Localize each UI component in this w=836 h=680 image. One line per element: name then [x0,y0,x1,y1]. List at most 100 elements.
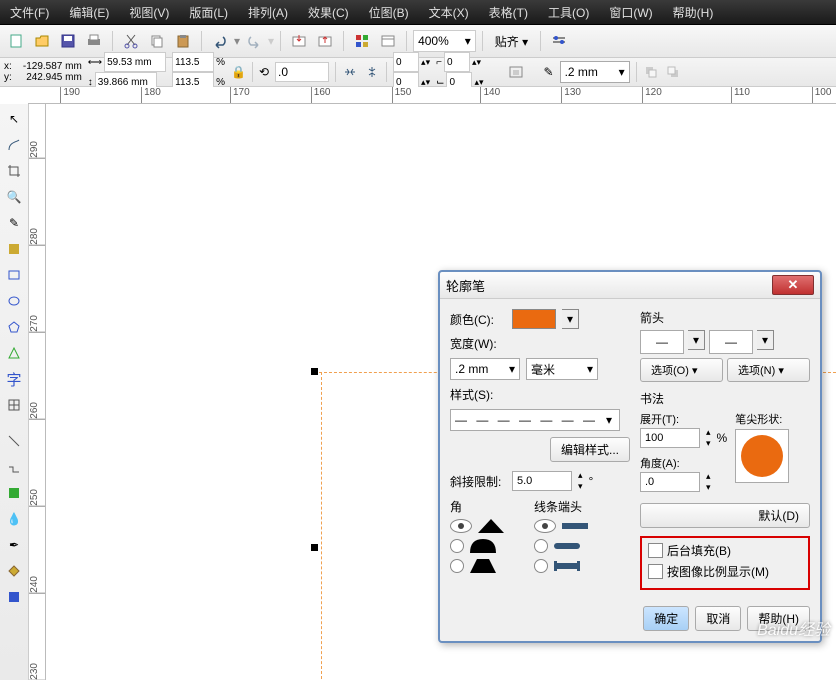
lock-ratio-icon[interactable]: 🔒 [231,65,246,79]
cut-icon[interactable] [119,29,143,53]
undo-icon[interactable] [208,29,232,53]
spread-input[interactable]: 100 [640,428,700,448]
table-tool[interactable] [3,394,25,416]
corner-bevel-radio[interactable] [450,559,464,573]
menu-edit[interactable]: 编辑(E) [59,0,119,24]
fill-tool[interactable] [3,560,25,582]
snap-dropdown[interactable]: 贴齐 ▾ [489,33,534,50]
width-select[interactable]: .2 mm▾ [450,358,520,380]
interactive-fill-tool[interactable] [3,586,25,608]
menu-bitmap[interactable]: 位图(B) [359,0,419,24]
scalex-input[interactable]: 113.5 [172,52,214,72]
options-right-button[interactable]: 选项(N) ▾ [727,358,810,382]
selection-handle[interactable] [311,368,318,375]
connector-tool[interactable] [3,456,25,478]
dimension-tool[interactable] [3,430,25,452]
ellipse-tool[interactable] [3,290,25,312]
menu-file[interactable]: 文件(F) [0,0,59,24]
welcome-icon[interactable] [376,29,400,53]
menu-effects[interactable]: 效果(C) [298,0,359,24]
freehand-tool[interactable]: ✎ [3,212,25,234]
paste-icon[interactable] [171,29,195,53]
save-icon[interactable] [56,29,80,53]
default-button[interactable]: 默认(D) [640,503,810,528]
corner-tl[interactable]: 0 [444,52,470,72]
property-bar: x:-129.587 mm y:242.945 mm ⟷59.53 mm ↕39… [0,58,836,87]
miter-input[interactable]: 5.0 [512,471,572,491]
selection-handle[interactable] [311,544,318,551]
menubar: 文件(F) 编辑(E) 视图(V) 版面(L) 排列(A) 效果(C) 位图(B… [0,0,836,25]
outline-tool[interactable]: ✒ [3,534,25,556]
cap-flat-radio[interactable] [534,519,556,533]
menu-window[interactable]: 窗口(W) [599,0,662,24]
scale-with-image-checkbox[interactable] [648,564,663,579]
miter-label: 斜接限制: [450,473,506,490]
watermark: Baidu经验 [757,616,830,640]
cancel-button[interactable]: 取消 [695,606,741,631]
app-launcher-icon[interactable] [350,29,374,53]
new-icon[interactable] [4,29,28,53]
unit-select[interactable]: 毫米▾ [526,358,598,380]
open-icon[interactable] [30,29,54,53]
corner-round-radio[interactable] [450,539,464,553]
menu-arrange[interactable]: 排列(A) [238,0,298,24]
print-icon[interactable] [82,29,106,53]
edit-style-button[interactable]: 编辑样式... [550,437,630,462]
to-front-icon[interactable] [643,64,659,80]
options-left-button[interactable]: 选项(O) ▾ [640,358,723,382]
redo-icon[interactable] [242,29,266,53]
outline-pen-dialog: 轮廓笔 ✕ 颜色(C):▾ 宽度(W): .2 mm▾ 毫米▾ 样式(S): —… [438,270,822,643]
wrap-icon[interactable] [508,64,524,80]
close-icon[interactable]: ✕ [772,275,814,295]
arrow-end-dd[interactable]: ▾ [757,330,774,350]
style-select[interactable]: — — — — — — —▾ [450,409,620,431]
copy-icon[interactable] [145,29,169,53]
outline-width-input[interactable]: .2 mm▾ [560,61,630,83]
menu-help[interactable]: 帮助(H) [663,0,724,24]
text-tool[interactable]: 字 [3,368,25,390]
angle-label: 角度(A): [640,455,727,471]
rotate-icon: ⟲ [259,65,269,79]
arrow-end[interactable]: — [709,330,753,354]
corner-icon: ⌐ [436,57,442,68]
import-icon[interactable] [287,29,311,53]
arrow-start[interactable]: — [640,330,684,354]
angle-input[interactable]: .0 [640,472,700,492]
arrow-start-dd[interactable]: ▾ [688,330,705,350]
color-swatch[interactable] [512,309,556,329]
to-back-icon[interactable] [665,64,681,80]
menu-tools[interactable]: 工具(O) [538,0,599,24]
mirror-h-icon[interactable] [342,64,358,80]
menu-layout[interactable]: 版面(L) [179,0,238,24]
pick-tool[interactable]: ↖ [3,108,25,130]
cap-square-radio[interactable] [534,559,548,573]
cap-round-radio[interactable] [534,539,548,553]
width-input[interactable]: 59.53 mm [104,52,166,72]
basic-shapes-tool[interactable] [3,342,25,364]
ruler-vertical: 290 280 270 260 250 240 230 [29,104,46,680]
crop-tool[interactable] [3,160,25,182]
mirror-v-icon[interactable] [364,64,380,80]
export-icon[interactable] [313,29,337,53]
zoom-tool[interactable]: 🔍 [3,186,25,208]
menu-text[interactable]: 文本(X) [419,0,479,24]
effects-tool[interactable] [3,482,25,504]
eyedropper-tool[interactable]: 💧 [3,508,25,530]
options-icon[interactable] [547,29,571,53]
spread-label: 展开(T): [640,411,727,427]
shape-tool[interactable] [3,134,25,156]
color-dropdown[interactable]: ▾ [562,309,579,329]
polygon-tool[interactable] [3,316,25,338]
dialog-title: 轮廓笔 [446,276,485,295]
zoom-level[interactable]: 400%▾ [413,30,476,52]
ok-button[interactable]: 确定 [643,606,689,631]
cap-label: 线条端头 [534,498,588,515]
behind-fill-checkbox[interactable] [648,543,663,558]
menu-table[interactable]: 表格(T) [479,0,538,24]
rectangle-tool[interactable] [3,264,25,286]
corner-miter-radio[interactable] [450,519,472,533]
smart-fill-tool[interactable] [3,238,25,260]
origin-x[interactable]: 0 [393,52,419,72]
menu-view[interactable]: 视图(V) [119,0,179,24]
rotation-input[interactable]: .0 [275,62,329,82]
